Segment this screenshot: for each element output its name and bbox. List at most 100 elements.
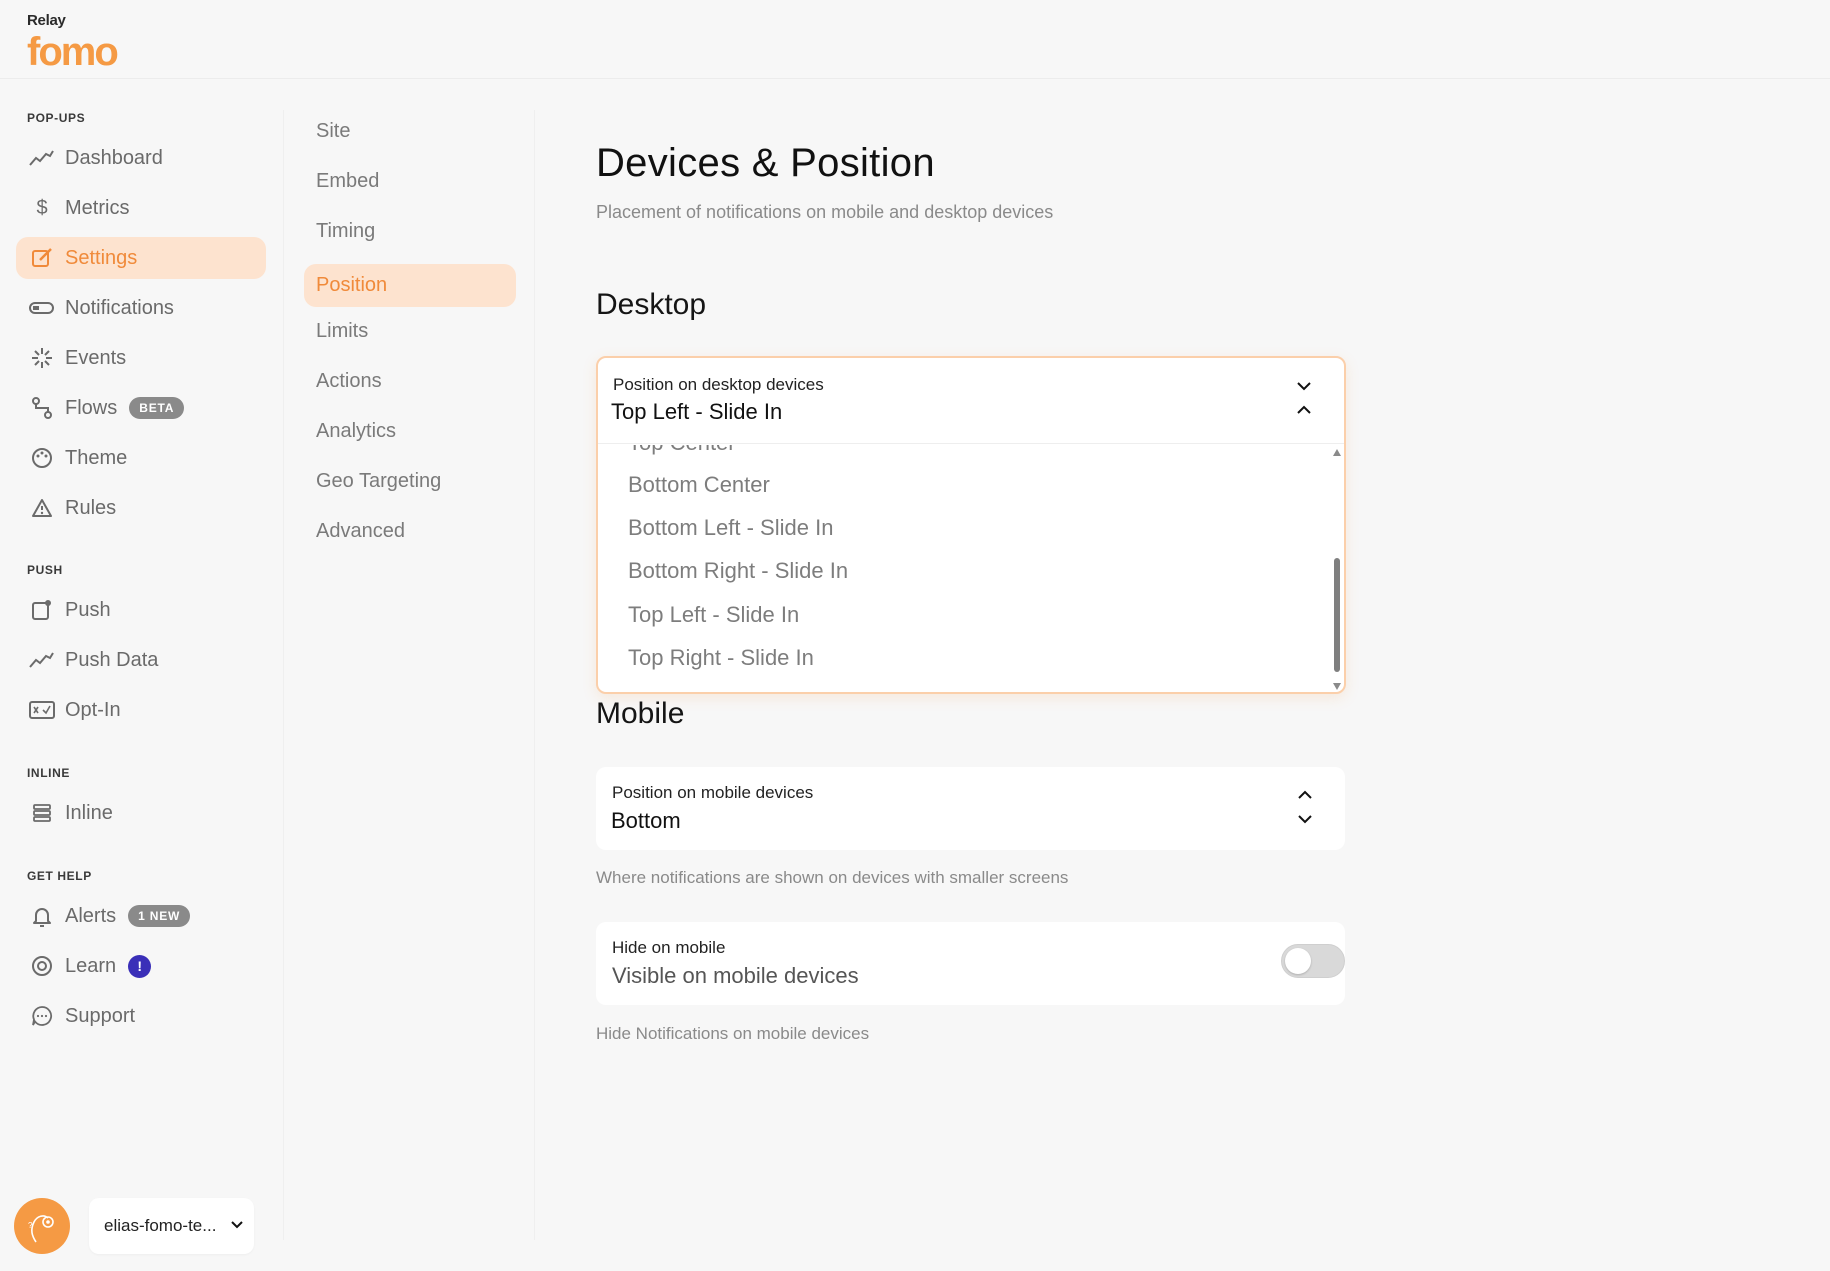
warning-icon	[28, 496, 56, 520]
subnav-site[interactable]: Site	[304, 110, 516, 153]
desktop-options-list: Top Center Bottom Center Bottom Left - S…	[598, 445, 1331, 692]
sidebar-item-dashboard[interactable]: Dashboard	[16, 137, 266, 179]
mobile-selected-value: Bottom	[611, 808, 681, 833]
sidebar-item-label: Settings	[65, 246, 138, 269]
toggle-knob	[1285, 948, 1311, 974]
sidebar-item-learn[interactable]: Learn !	[16, 945, 266, 987]
subnav-analytics[interactable]: Analytics	[304, 410, 516, 453]
svg-text:?: ?	[28, 1221, 33, 1230]
mobile-heading: Mobile	[596, 697, 685, 730]
push-icon	[28, 598, 56, 622]
hide-on-mobile-card: Hide on mobile Visible on mobile devices	[596, 922, 1345, 1005]
desktop-selected-value: Top Left - Slide In	[611, 399, 783, 424]
mobile-position-select[interactable]: Position on mobile devices Bottom	[596, 767, 1345, 850]
settings-subnav: Site Embed Timing Position Limits Action…	[283, 110, 535, 1240]
sidebar-item-label: Flows	[65, 396, 118, 419]
option-bottom-left[interactable]: Bottom Left - Slide In	[628, 515, 833, 541]
section-get-help: GET HELP	[27, 869, 92, 883]
hide-mobile-label: Hide on mobile	[612, 938, 726, 957]
desktop-heading: Desktop	[596, 288, 707, 321]
chevron-up-icon	[1297, 405, 1311, 414]
sidebar-item-events[interactable]: Events	[16, 337, 266, 379]
sidebar-item-alerts[interactable]: Alerts 1 NEW	[16, 895, 266, 937]
hide-mobile-helper-text: Hide Notifications on mobile devices	[596, 1024, 870, 1043]
section-inline: INLINE	[27, 766, 70, 780]
subnav-position[interactable]: Position	[304, 264, 516, 307]
sidebar-item-label: Events	[65, 346, 127, 369]
sidebar-item-label: Support	[65, 1004, 136, 1027]
sidebar-item-label: Alerts	[65, 904, 117, 927]
sidebar-item-flows[interactable]: Flows BETA	[16, 387, 266, 429]
subnav-actions[interactable]: Actions	[304, 360, 516, 403]
optin-icon	[28, 698, 56, 722]
lifebuoy-icon	[28, 954, 56, 978]
chevron-down-icon	[231, 1221, 243, 1229]
sidebar-item-notifications[interactable]: Notifications	[16, 287, 266, 329]
sidebar-item-settings[interactable]: Settings	[16, 237, 266, 279]
scroll-down-icon[interactable]	[1333, 683, 1341, 690]
learn-alert-badge: !	[128, 954, 152, 978]
sidebar-item-push-data[interactable]: Push Data	[16, 639, 266, 681]
svg-text:fomo: fomo	[27, 30, 117, 73]
subnav-embed[interactable]: Embed	[304, 160, 516, 203]
sidebar-item-label: Rules	[65, 496, 117, 519]
inline-icon	[28, 801, 56, 825]
option-bottom-center[interactable]: Bottom Center	[628, 472, 770, 498]
chart-line-icon	[28, 146, 56, 170]
avatar[interactable]: ?	[14, 1198, 70, 1254]
desktop-position-select[interactable]: Position on desktop devices Top Left - S…	[598, 358, 1344, 444]
sidebar-item-label: Opt-In	[65, 698, 121, 721]
sparkle-icon	[28, 346, 56, 370]
account-select[interactable]: elias-fomo-te...	[89, 1198, 254, 1254]
mobile-helper-text: Where notifications are shown on devices…	[596, 868, 1069, 887]
fomo-logo-icon: fomo	[27, 30, 119, 74]
flow-icon	[28, 396, 56, 420]
options-scrollbar[interactable]	[1330, 446, 1342, 690]
logo[interactable]: Relay fomo	[27, 12, 147, 78]
chevron-up-icon	[1298, 790, 1312, 799]
sidebar-item-label: Inline	[65, 801, 113, 824]
desktop-position-dropdown[interactable]: Position on desktop devices Top Left - S…	[596, 356, 1346, 694]
subnav-advanced[interactable]: Advanced	[304, 510, 516, 553]
subnav-limits[interactable]: Limits	[304, 310, 516, 353]
chat-icon	[28, 1004, 56, 1028]
section-push: PUSH	[27, 563, 63, 577]
sidebar-item-push[interactable]: Push	[16, 589, 266, 631]
sidebar-item-label: Push Data	[65, 648, 159, 671]
section-popups: POP-UPS	[27, 111, 86, 125]
face-gear-icon: ?	[28, 1215, 54, 1243]
sidebar-item-opt-in[interactable]: Opt-In	[16, 689, 266, 731]
sidebar-item-inline[interactable]: Inline	[16, 792, 266, 834]
sidebar: POP-UPS Dashboard $ Metrics Settings Not…	[0, 80, 282, 1271]
bell-icon	[28, 904, 56, 928]
option-top-center[interactable]: Top Center	[628, 445, 736, 456]
sidebar-item-label: Dashboard	[65, 146, 163, 169]
mobile-field-label: Position on mobile devices	[612, 783, 814, 802]
sidebar-item-support[interactable]: Support	[16, 995, 266, 1037]
scroll-up-icon[interactable]	[1333, 449, 1341, 456]
sidebar-item-label: Push	[65, 598, 111, 621]
toggle-icon	[28, 296, 56, 320]
page-title: Devices & Position	[596, 141, 935, 185]
subnav-geo-targeting[interactable]: Geo Targeting	[304, 460, 516, 503]
desktop-field-label: Position on desktop devices	[613, 375, 824, 394]
account-name: elias-fomo-te...	[104, 1216, 217, 1235]
sidebar-item-label: Notifications	[65, 296, 174, 319]
sidebar-item-label: Learn	[65, 954, 117, 977]
option-top-right[interactable]: Top Right - Slide In	[628, 645, 814, 671]
chevron-down-icon	[1298, 815, 1312, 824]
sidebar-item-label: Metrics	[65, 196, 130, 219]
sidebar-item-label: Theme	[65, 446, 128, 469]
scroll-thumb[interactable]	[1334, 558, 1340, 672]
sidebar-item-theme[interactable]: Theme	[16, 437, 266, 479]
hide-mobile-value: Visible on mobile devices	[612, 963, 859, 988]
option-bottom-right[interactable]: Bottom Right - Slide In	[628, 558, 848, 584]
chevron-down-icon	[1297, 382, 1311, 391]
beta-badge: BETA	[129, 397, 185, 419]
sidebar-item-rules[interactable]: Rules	[16, 487, 266, 529]
hide-on-mobile-toggle[interactable]	[1281, 944, 1345, 978]
option-top-left[interactable]: Top Left - Slide In	[628, 602, 799, 628]
subnav-timing[interactable]: Timing	[304, 210, 516, 253]
sidebar-item-metrics[interactable]: $ Metrics	[16, 187, 266, 229]
page-subtitle: Placement of notifications on mobile and…	[596, 202, 1054, 222]
